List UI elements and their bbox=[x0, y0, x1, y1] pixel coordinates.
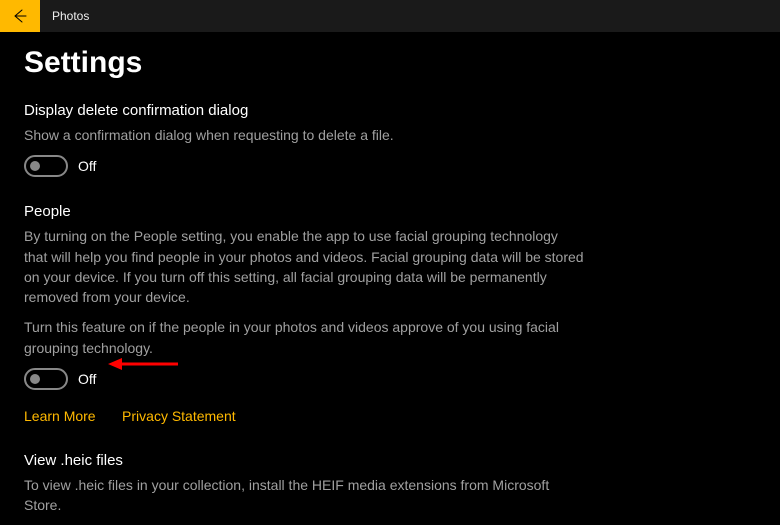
section-people: People By turning on the People setting,… bbox=[24, 203, 584, 426]
heic-title: View .heic files bbox=[24, 452, 584, 469]
people-toggle-row: Off bbox=[24, 368, 584, 390]
privacy-statement-link[interactable]: Privacy Statement bbox=[122, 408, 236, 424]
delete-confirm-title: Display delete confirmation dialog bbox=[24, 102, 584, 119]
back-button[interactable] bbox=[0, 0, 40, 32]
delete-confirm-desc: Show a confirmation dialog when requesti… bbox=[24, 125, 584, 145]
settings-content: Settings Display delete confirmation dia… bbox=[0, 32, 780, 525]
delete-confirm-toggle-row: Off bbox=[24, 155, 584, 177]
section-heic: View .heic files To view .heic files in … bbox=[24, 452, 584, 525]
people-title: People bbox=[24, 203, 584, 220]
learn-more-link[interactable]: Learn More bbox=[24, 408, 96, 424]
toggle-knob-icon bbox=[30, 374, 40, 384]
people-desc-2: Turn this feature on if the people in yo… bbox=[24, 317, 584, 358]
back-arrow-icon bbox=[12, 8, 28, 24]
titlebar: Photos bbox=[0, 0, 780, 32]
delete-confirm-toggle-label: Off bbox=[78, 158, 96, 174]
people-links: Learn More Privacy Statement bbox=[24, 408, 584, 426]
people-toggle-label: Off bbox=[78, 371, 96, 387]
people-toggle[interactable] bbox=[24, 368, 68, 390]
section-delete-confirm: Display delete confirmation dialog Show … bbox=[24, 102, 584, 177]
toggle-knob-icon bbox=[30, 161, 40, 171]
app-title: Photos bbox=[52, 9, 89, 23]
delete-confirm-toggle[interactable] bbox=[24, 155, 68, 177]
heic-desc: To view .heic files in your collection, … bbox=[24, 475, 584, 516]
page-title: Settings bbox=[24, 46, 756, 80]
people-desc-1: By turning on the People setting, you en… bbox=[24, 226, 584, 307]
